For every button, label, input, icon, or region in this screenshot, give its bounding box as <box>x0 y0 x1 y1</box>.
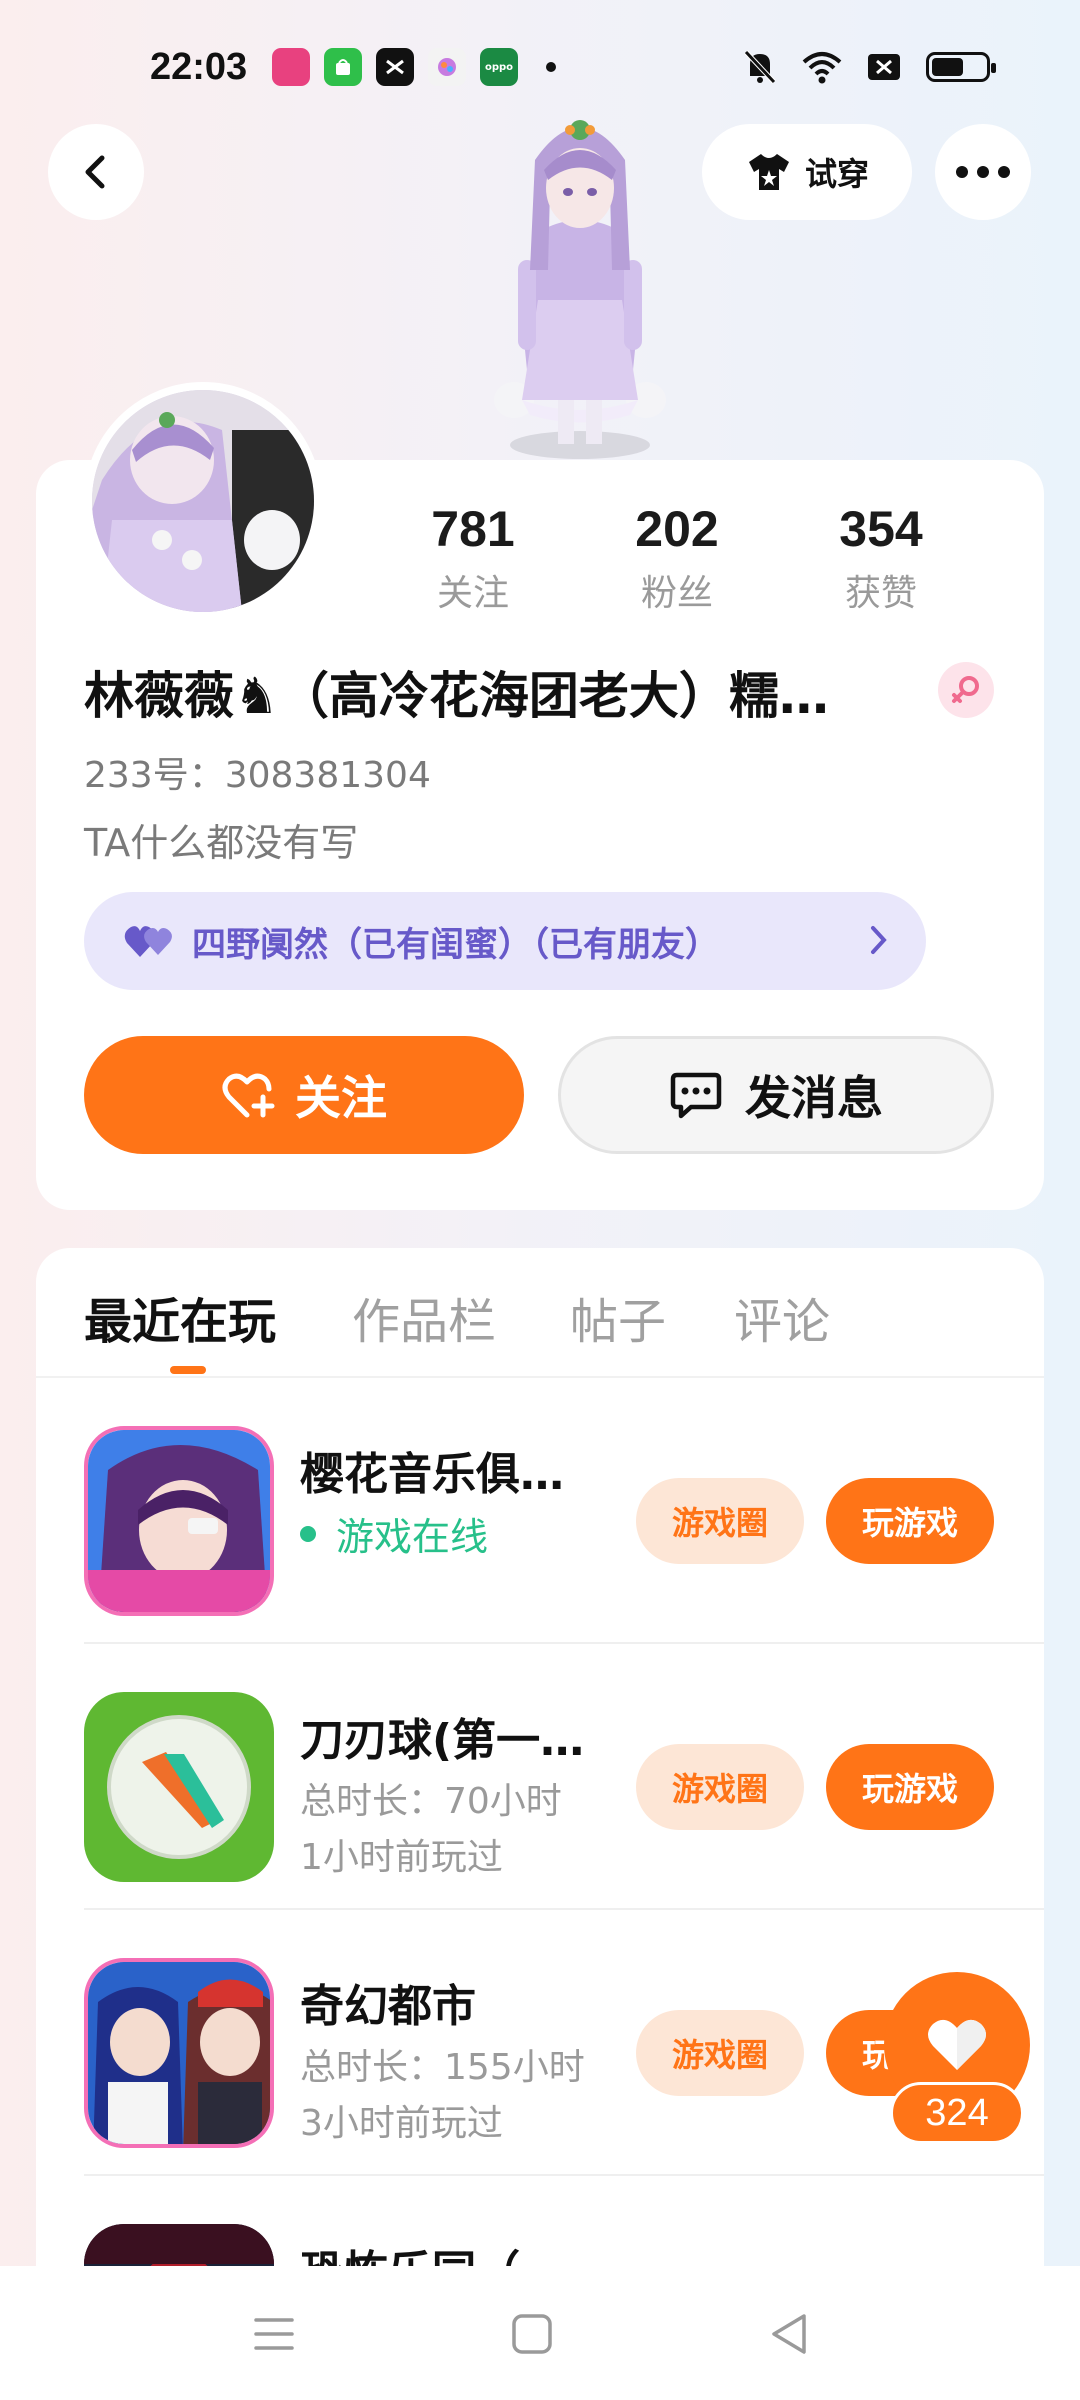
vipshop-app-icon <box>272 48 310 86</box>
try-on-label: 试穿 <box>804 155 869 193</box>
game-icon-fantasy-city[interactable] <box>84 1958 274 2148</box>
game-icon-horror-park[interactable] <box>84 2224 274 2268</box>
send-message-label: 发消息 <box>745 1071 883 1125</box>
female-gender-icon <box>938 662 994 718</box>
stat-following[interactable]: 781 关注 <box>388 500 558 616</box>
tab-works[interactable]: 作品栏 <box>352 1282 496 1352</box>
game-name: 恐怖乐园（… <box>300 2236 600 2268</box>
game-last-played: 1小时前玩过 <box>300 1837 503 1878</box>
game-total-duration: 总时长：155小时 <box>300 2047 585 2088</box>
notification-dot <box>546 62 556 72</box>
sim-off-icon <box>868 54 900 80</box>
battery-level <box>932 58 964 76</box>
back-button[interactable] <box>48 124 144 220</box>
status-indicators <box>740 48 996 86</box>
stat-likes-label: 获赞 <box>844 573 917 614</box>
game-icon-blade-ball[interactable] <box>84 1692 274 1882</box>
capcut-app-icon <box>376 48 414 86</box>
chevron-right-icon <box>871 926 887 954</box>
stat-followers-label: 粉丝 <box>640 573 713 614</box>
follow-button[interactable]: 关注 <box>84 1036 524 1154</box>
battery-icon <box>926 52 996 82</box>
online-status: 游戏在线 <box>300 1506 488 1561</box>
stat-likes[interactable]: 354 获赞 <box>796 500 966 616</box>
user-id: 233号：308381304 <box>84 755 431 796</box>
stat-likes-count: 354 <box>839 501 923 557</box>
relationship-banner[interactable]: 四野阒然（已有闺蜜）（已有朋友） <box>84 892 926 990</box>
game-last-played: 3小时前玩过 <box>300 2103 503 2144</box>
online-status-text: 游戏在线 <box>336 1515 489 1559</box>
tab-comments[interactable]: 评论 <box>734 1282 830 1352</box>
game-circle-button[interactable]: 游戏圈 <box>636 1478 804 1564</box>
game-total-duration: 总时长：70小时 <box>300 1781 562 1822</box>
profile-tabs: 最近在玩 作品栏 帖子 评论 <box>36 1248 1044 1378</box>
heart-plus-icon <box>222 1073 275 1118</box>
try-on-button[interactable]: 试穿 <box>702 124 912 220</box>
chat-bubble-icon <box>670 1072 722 1119</box>
menu-icon[interactable] <box>248 2308 300 2360</box>
tab-recently-played[interactable]: 最近在玩 <box>84 1282 276 1352</box>
follow-label: 关注 <box>295 1071 387 1125</box>
more-button[interactable] <box>935 124 1031 220</box>
relationship-text: 四野阒然（已有闺蜜）（已有朋友） <box>192 924 719 965</box>
more-dots-icon <box>956 166 1010 178</box>
game-app-icon <box>428 48 466 86</box>
shopping-app-icon <box>324 48 362 86</box>
status-app-icons: oppo <box>272 48 556 86</box>
stat-followers-count: 202 <box>635 501 719 557</box>
game-row[interactable]: 樱花音乐俱… 游戏在线 游戏圈 玩游戏 <box>84 1378 1044 1644</box>
profile-name: 林薇薇♞（高冷花海团老大）糯… <box>84 667 829 725</box>
user-bio: TA什么都没有写 <box>84 821 359 865</box>
stat-following-label: 关注 <box>436 573 509 614</box>
stat-followers[interactable]: 202 粉丝 <box>592 500 762 616</box>
game-circle-button[interactable]: 游戏圈 <box>636 2010 804 2096</box>
like-count: 324 <box>890 2082 1024 2144</box>
tab-active-indicator <box>170 1366 206 1374</box>
stat-following-count: 781 <box>431 501 515 557</box>
double-heart-icon <box>124 926 172 957</box>
tab-posts[interactable]: 帖子 <box>570 1282 666 1352</box>
avatar-image <box>92 390 314 612</box>
avatar-character-figure <box>494 120 666 459</box>
play-game-button[interactable]: 玩游戏 <box>826 1478 994 1564</box>
game-name: 奇幻都市 <box>300 1981 476 2032</box>
profile-avatar[interactable] <box>84 382 322 620</box>
send-message-button[interactable]: 发消息 <box>558 1036 994 1154</box>
game-name: 樱花音乐俱… <box>300 1449 564 1500</box>
home-square-icon[interactable] <box>506 2308 558 2360</box>
heart-icon <box>928 2019 986 2070</box>
game-circle-button[interactable]: 游戏圈 <box>636 1744 804 1830</box>
oppo-app-icon: oppo <box>480 48 518 86</box>
online-dot-icon <box>300 1525 316 1542</box>
game-name: 刀刃球(第一… <box>300 1715 585 1766</box>
back-triangle-icon[interactable] <box>764 2308 816 2360</box>
status-time: 22:03 <box>150 46 248 88</box>
chevron-left-icon <box>85 155 105 189</box>
play-game-button[interactable]: 玩游戏 <box>826 1744 994 1830</box>
mute-icon <box>744 50 776 84</box>
wifi-icon <box>802 52 842 84</box>
name-row: 林薇薇♞（高冷花海团老大）糯… <box>84 656 994 726</box>
game-row[interactable]: 恐怖乐园（… <box>84 2176 1044 2268</box>
game-row[interactable]: 刀刃球(第一… 总时长：70小时 1小时前玩过 游戏圈 玩游戏 <box>84 1644 1044 1910</box>
system-nav-bar <box>0 2266 1080 2400</box>
game-icon-sakura-music[interactable] <box>84 1426 274 1616</box>
shirt-icon <box>748 154 789 190</box>
